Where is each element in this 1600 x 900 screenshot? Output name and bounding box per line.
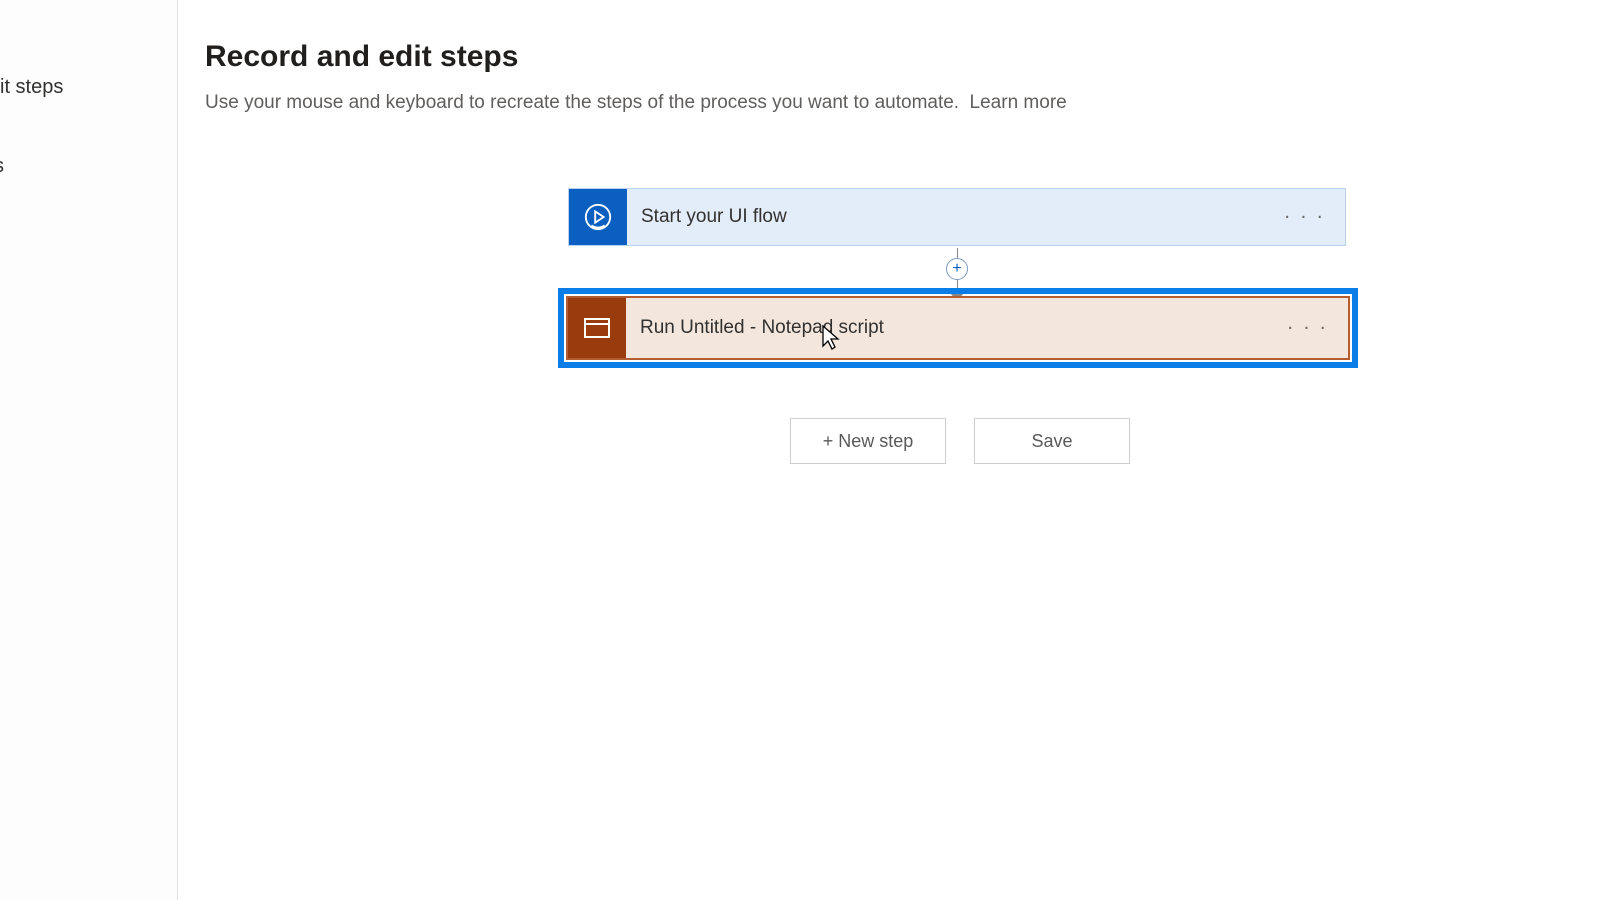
sidebar-item-fragment[interactable]: s	[0, 155, 4, 178]
action-buttons: + New step Save	[790, 418, 1130, 464]
step-run-notepad[interactable]: Run Untitled - Notepad script · · ·	[566, 296, 1350, 360]
window-icon-box	[568, 298, 626, 358]
window-icon	[584, 318, 610, 338]
sidebar-item-edit-steps[interactable]: it steps	[0, 76, 63, 99]
connector-line	[957, 248, 958, 258]
new-step-button[interactable]: + New step	[790, 418, 946, 464]
sidebar: it steps s	[0, 0, 178, 900]
page-title: Record and edit steps	[205, 40, 1560, 74]
step-start-label: Start your UI flow	[641, 206, 787, 228]
add-step-inline-button[interactable]: +	[946, 258, 968, 280]
step-start-menu[interactable]: · · ·	[1278, 202, 1331, 233]
play-circle-icon	[583, 202, 613, 232]
page-subtitle: Use your mouse and keyboard to recreate …	[205, 92, 959, 113]
save-button[interactable]: Save	[974, 418, 1130, 464]
learn-more-link[interactable]: Learn more	[970, 92, 1067, 113]
step-selected-outline: Run Untitled - Notepad script · · ·	[558, 288, 1358, 368]
main-content: Record and edit steps Use your mouse and…	[205, 40, 1560, 114]
step-run-label: Run Untitled - Notepad script	[640, 317, 884, 339]
page-subtitle-row: Use your mouse and keyboard to recreate …	[205, 92, 1560, 114]
play-icon-box	[569, 189, 627, 245]
step-start-flow[interactable]: Start your UI flow · · ·	[568, 188, 1346, 246]
step-run-menu[interactable]: · · ·	[1281, 313, 1334, 344]
flow-canvas: Start your UI flow · · ·	[568, 188, 1346, 246]
step-connector: +	[568, 248, 1346, 292]
